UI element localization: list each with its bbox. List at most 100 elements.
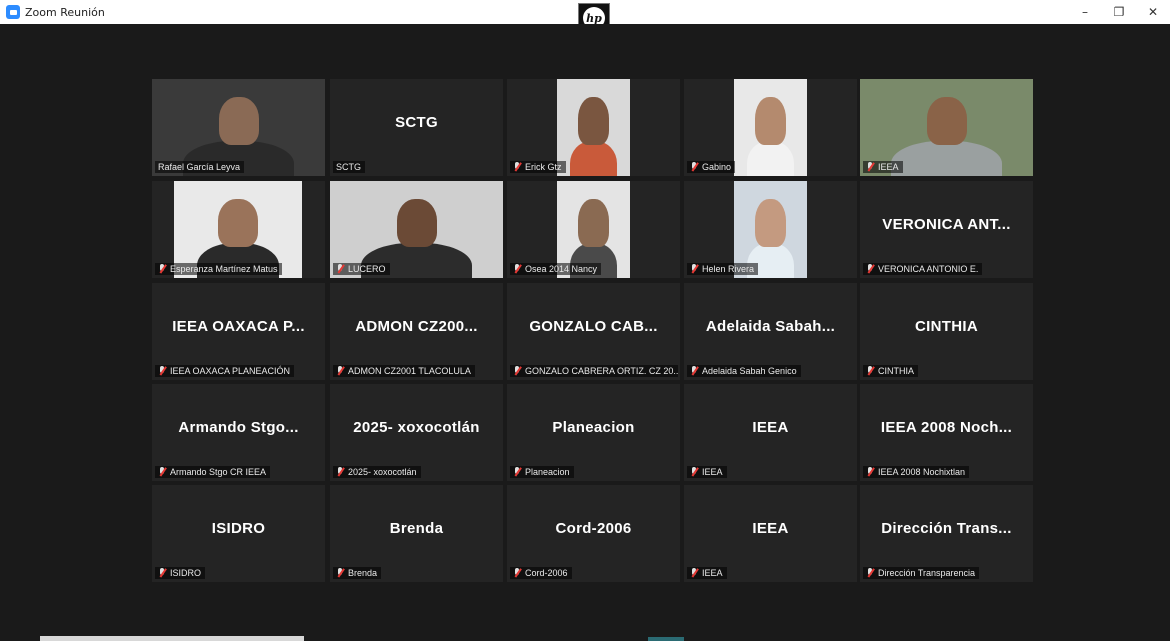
participant-display-name: IEEA 2008 Noch... [880,418,1013,436]
participant-name-label: Brenda [348,568,378,578]
participant-tile[interactable]: Planeacion Planeacion [507,384,680,481]
muted-mic-icon [690,264,698,274]
participant-name-tag: Helen Rivera [687,263,759,275]
participant-name-tag: IEEA [687,567,727,579]
participant-tile[interactable]: Gabino [684,79,857,176]
muted-mic-icon [866,264,874,274]
participant-name-label: Planeacion [525,467,570,477]
participant-name-label: Cord-2006 [525,568,568,578]
participant-name-label: 2025- xoxocotlán [348,467,417,477]
participant-name-tag: IEEA 2008 Nochixtlan [863,466,970,478]
participant-tile[interactable]: Rafael García Leyva [152,79,325,176]
participant-display-name: Adelaida Sabah... [705,317,836,335]
gallery-view: Rafael García Leyva SCTG SCTG Erick Gtz Gabi… [0,24,1170,641]
muted-mic-icon [336,366,344,376]
participant-display-name: CINTHIA [915,317,978,335]
participant-name-tag: Gabino [687,161,736,173]
participant-face [578,199,609,247]
participant-tile[interactable]: Dirección Trans... Dirección Transparenci… [860,485,1033,582]
participant-face [755,97,786,145]
participant-display-name: Dirección Trans... [881,519,1012,537]
muted-mic-icon [866,467,874,477]
participant-tile[interactable]: IEEA 2008 Noch... IEEA 2008 Nochixtlan [860,384,1033,481]
participant-name-tag: Dirección Transparencia [863,567,980,579]
participant-tile[interactable]: CINTHIA CINTHIA [860,283,1033,380]
participant-display-name: VERONICA ANT... [882,215,1011,233]
participant-name-label: Erick Gtz [525,162,562,172]
window-title: Zoom Reunión [25,5,105,19]
muted-mic-icon [690,467,698,477]
participant-tile[interactable]: Helen Rivera [684,181,857,278]
participant-name-tag: VERONICA ANTONIO E. [863,263,983,275]
participant-face [578,97,609,145]
participant-tile[interactable]: Osea 2014 Nancy [507,181,680,278]
maximize-button[interactable]: ❐ [1102,0,1136,24]
participant-name-tag: IEEA [687,466,727,478]
participant-name-tag: IEEA OAXACA PLANEACIÓN [155,365,295,377]
participant-tile[interactable]: IEEA [860,79,1033,176]
muted-mic-icon [158,568,166,578]
participant-tile[interactable]: SCTG SCTG [330,79,503,176]
minimize-button[interactable]: – [1068,0,1102,24]
muted-mic-icon [866,366,874,376]
participant-name-label: IEEA [702,568,723,578]
participant-tile[interactable]: LUCERO [330,181,503,278]
participant-display-name: Cord-2006 [555,519,632,537]
participant-name-label: CINTHIA [878,366,914,376]
participant-name-label: Gabino [702,162,732,172]
participant-tile[interactable]: 2025- xoxocotlán 2025- xoxocotlán [330,384,503,481]
participant-display-name: Armando Stgo... [178,418,299,436]
participant-tile[interactable]: IEEA IEEA [684,384,857,481]
participant-tile[interactable]: IEEA IEEA [684,485,857,582]
participant-name-label: Helen Rivera [702,264,755,274]
participant-name-label: Rafael García Leyva [158,162,241,172]
participant-display-name: SCTG [395,113,438,131]
participant-tile[interactable]: ADMON CZ200... ADMON CZ2001 TLACOLULA [330,283,503,380]
participant-display-name: 2025- xoxocotlán [353,418,480,436]
participant-face [755,199,786,247]
participant-body [891,141,1002,176]
muted-mic-icon [336,568,344,578]
participant-name-tag: CINTHIA [863,365,918,377]
participant-tile[interactable]: Cord-2006 Cord-2006 [507,485,680,582]
muted-mic-icon [866,162,874,172]
zoom-app-icon [6,5,20,19]
participant-body [747,141,794,176]
participant-tile[interactable]: Esperanza Martínez Matus [152,181,325,278]
participant-name-label: IEEA 2008 Nochixtlan [878,467,966,477]
participant-name-tag: SCTG [333,161,366,173]
muted-mic-icon [513,467,521,477]
video-feed [557,79,630,176]
participant-name-tag: 2025- xoxocotlán [333,466,421,478]
participant-tile[interactable]: Adelaida Sabah... Adelaida Sabah Genico [684,283,857,380]
participant-name-tag: IEEA [863,161,903,173]
participant-tile[interactable]: VERONICA ANT... VERONICA ANTONIO E. [860,181,1033,278]
muted-mic-icon [690,366,698,376]
participant-display-name: IEEA [752,418,789,436]
participant-face [219,97,259,145]
participant-display-name: Planeacion [552,418,635,436]
participant-tile[interactable]: Armando Stgo... Armando Stgo CR IEEA [152,384,325,481]
close-button[interactable]: ✕ [1136,0,1170,24]
window-controls: – ❐ ✕ [1068,0,1170,24]
participant-name-label: LUCERO [348,264,386,274]
participant-display-name: GONZALO CAB... [529,317,658,335]
participant-tile[interactable]: Brenda Brenda [330,485,503,582]
bottom-bar [40,636,304,641]
muted-mic-icon [513,264,521,274]
muted-mic-icon [513,162,521,172]
muted-mic-icon [513,366,521,376]
participant-tile[interactable]: Erick Gtz [507,79,680,176]
participant-name-label: ISIDRO [170,568,202,578]
participant-tile[interactable]: GONZALO CAB... GONZALO CABRERA ORTIZ. CZ … [507,283,680,380]
participant-name-tag: Rafael García Leyva [155,161,245,173]
participant-display-name: ADMON CZ200... [355,317,478,335]
muted-mic-icon [158,366,166,376]
participant-name-label: Osea 2014 Nancy [525,264,598,274]
participant-display-name: IEEA [752,519,789,537]
participant-name-tag: ADMON CZ2001 TLACOLULA [333,365,475,377]
muted-mic-icon [513,568,521,578]
participant-tile[interactable]: IEEA OAXACA P... IEEA OAXACA PLANEACIÓN [152,283,325,380]
muted-mic-icon [158,264,166,274]
participant-tile[interactable]: ISIDRO ISIDRO [152,485,325,582]
